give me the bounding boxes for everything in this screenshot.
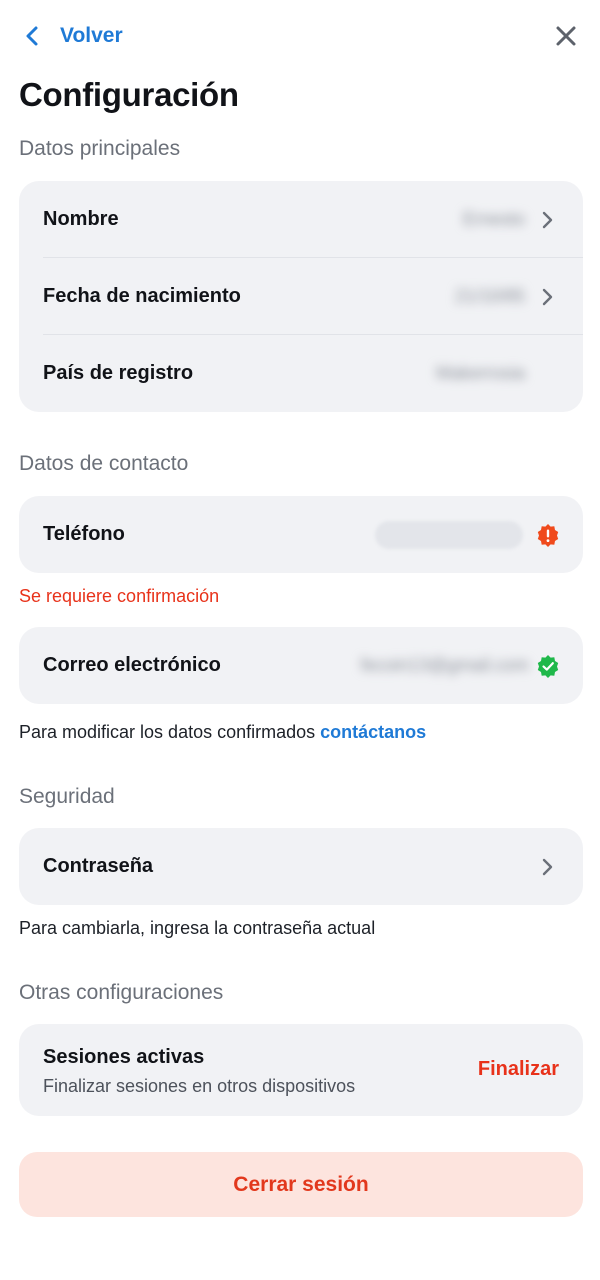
country-label: País de registro xyxy=(43,362,194,384)
name-row[interactable]: Nombre Ernesto xyxy=(19,181,583,258)
chevron-left-icon xyxy=(26,26,38,46)
back-label: Volver xyxy=(60,24,123,47)
birthdate-row[interactable]: Fecha de nacimiento 21/10/85 xyxy=(19,258,583,335)
email-row: Correo electrónico fecoin13@gmail.com xyxy=(19,627,583,704)
country-value: Makerrosia xyxy=(435,363,525,383)
logout-label: Cerrar sesión xyxy=(233,1172,369,1196)
birthdate-label: Fecha de nacimiento xyxy=(43,285,241,307)
close-icon xyxy=(556,26,576,46)
password-row[interactable]: Contraseña xyxy=(19,828,583,905)
back-button[interactable]: Volver xyxy=(22,18,123,54)
verified-check-icon xyxy=(537,654,559,678)
phone-row[interactable]: Teléfono xyxy=(19,496,583,573)
phone-value-placeholder xyxy=(375,521,523,549)
email-card: Correo electrónico fecoin13@gmail.com xyxy=(19,627,583,704)
logout-button[interactable]: Cerrar sesión xyxy=(19,1152,583,1217)
section-title-other: Otras configuraciones xyxy=(19,981,224,1004)
country-row: País de registro Makerrosia xyxy=(19,335,583,412)
active-sessions-title: Sesiones activas xyxy=(43,1046,205,1068)
close-button[interactable] xyxy=(548,18,584,54)
main-data-card: Nombre Ernesto Fecha de nacimiento 21/10… xyxy=(19,181,583,412)
section-title-contact: Datos de contacto xyxy=(19,452,189,475)
password-label: Contraseña xyxy=(43,855,154,877)
section-title-main: Datos principales xyxy=(19,137,181,160)
active-sessions-row: Sesiones activas Finalizar sesiones en o… xyxy=(19,1024,583,1116)
warning-icon xyxy=(537,523,559,547)
chevron-right-icon xyxy=(542,211,553,228)
phone-confirmation-warning: Se requiere confirmación xyxy=(19,586,220,606)
end-sessions-button[interactable]: Finalizar xyxy=(478,1058,559,1081)
name-value: Ernesto xyxy=(462,209,525,229)
sessions-card: Sesiones activas Finalizar sesiones en o… xyxy=(19,1024,583,1116)
chevron-right-icon xyxy=(542,288,553,305)
name-label: Nombre xyxy=(43,208,119,230)
contact-us-link[interactable]: contáctanos xyxy=(320,722,426,742)
email-value: fecoin13@gmail.com xyxy=(360,655,529,675)
email-label: Correo electrónico xyxy=(43,654,221,676)
top-bar: Volver xyxy=(0,0,600,72)
contact-note: Para modificar los datos confirmados con… xyxy=(19,722,426,743)
security-card: Contraseña xyxy=(19,828,583,905)
page-title: Configuración xyxy=(19,76,239,113)
section-title-security: Seguridad xyxy=(19,785,115,808)
password-note: Para cambiarla, ingresa la contraseña ac… xyxy=(19,918,376,938)
phone-label: Teléfono xyxy=(43,523,125,545)
phone-card: Teléfono xyxy=(19,496,583,573)
active-sessions-subtitle: Finalizar sesiones en otros dispositivos xyxy=(43,1076,356,1096)
chevron-right-icon xyxy=(542,858,553,875)
birthdate-value: 21/10/85 xyxy=(454,286,525,306)
contact-note-text: Para modificar los datos confirmados xyxy=(19,722,321,742)
